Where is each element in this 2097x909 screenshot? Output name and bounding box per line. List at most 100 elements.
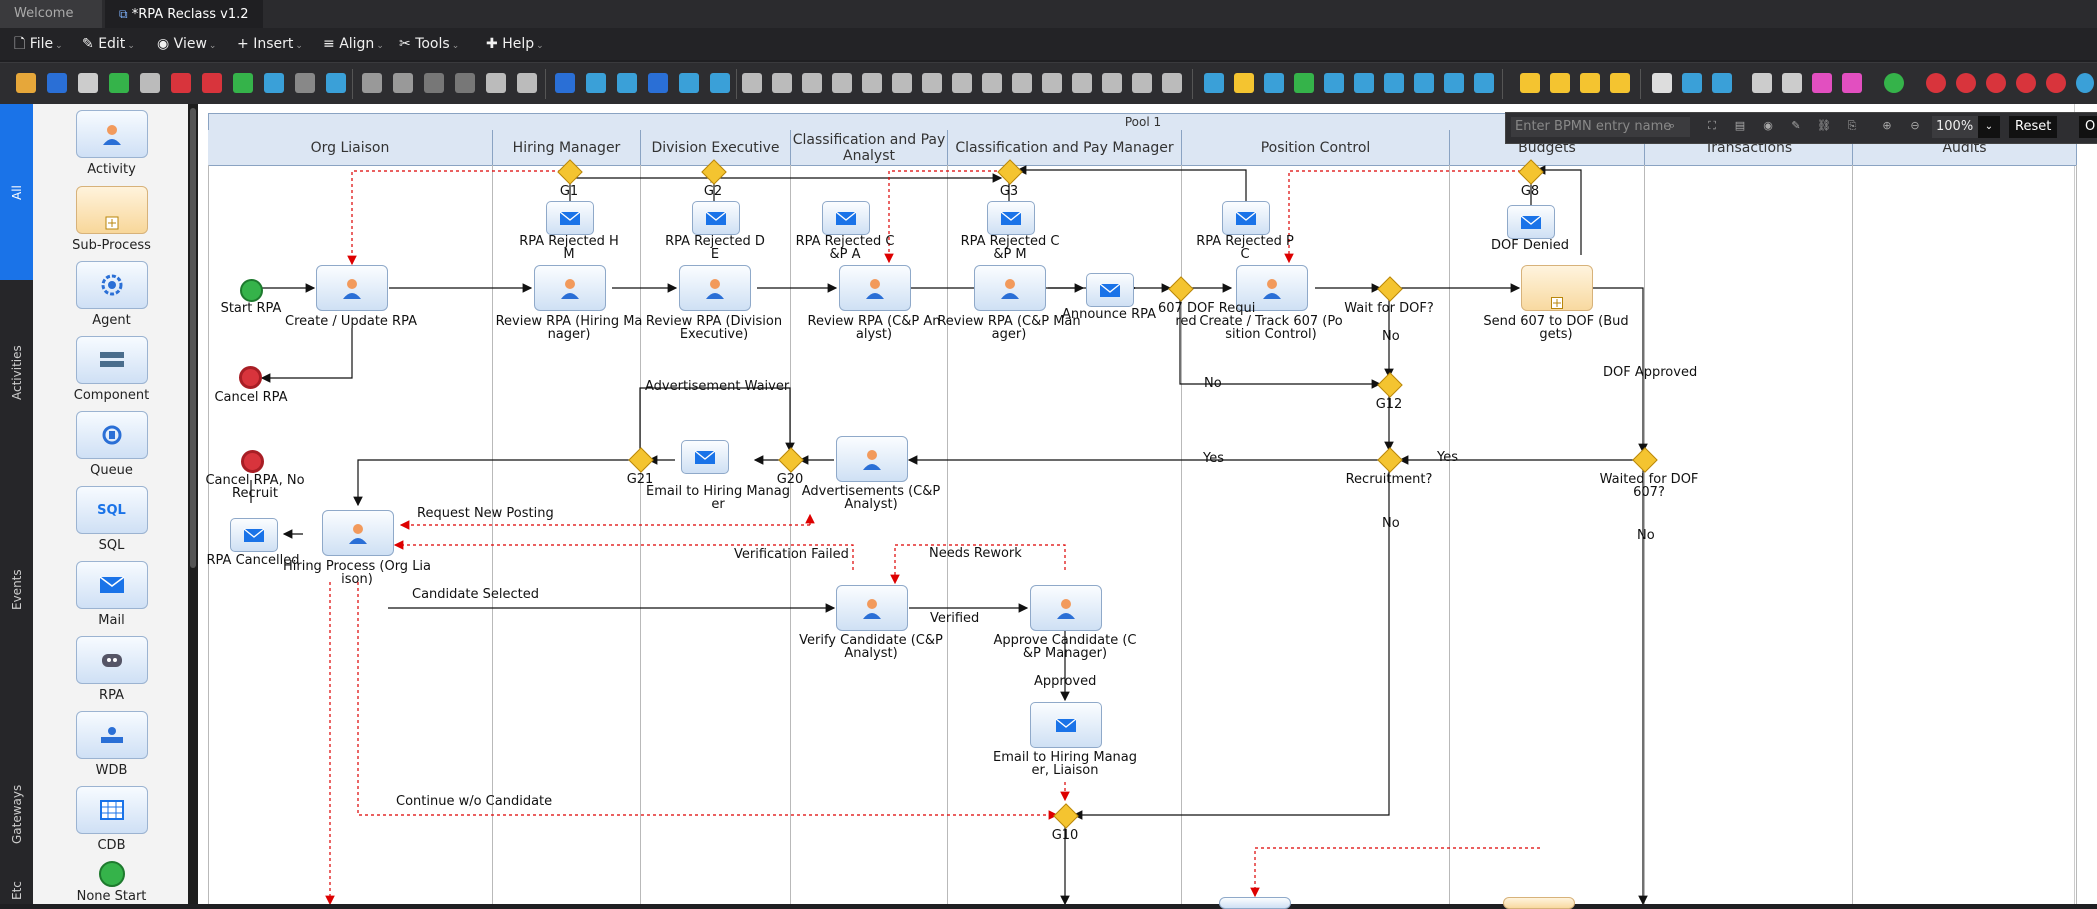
task-approve-candidate-label: Approve Candidate (C &P Manager) xyxy=(993,633,1137,661)
share-icon[interactable]: ⎘ xyxy=(1845,119,1859,133)
gateway-g20-label: G20 xyxy=(776,472,804,487)
eye-icon[interactable]: ◉ xyxy=(1761,119,1775,133)
user-task-icon xyxy=(1263,279,1281,299)
mail-rpa-rejected-cpa[interactable] xyxy=(822,201,870,235)
task-review-rpa-cp-analyst[interactable] xyxy=(839,265,911,311)
end-event-cancel-no-recruit[interactable] xyxy=(241,450,264,473)
chevron-down-icon[interactable]: ⌄ xyxy=(1978,116,2000,138)
mail-dof-denied-label: DOF Denied xyxy=(1491,238,1569,253)
task-approve-candidate[interactable] xyxy=(1030,585,1102,631)
end-event-cancel-rpa-label: Cancel RPA xyxy=(214,390,288,405)
flow-label-needs-rework: Needs Rework xyxy=(929,546,1022,561)
end-event-cancel-no-recruit-label: Cancel RPA, No Recruit xyxy=(205,473,305,501)
flow-label-yes: Yes xyxy=(1437,450,1458,465)
start-event-label: Start RPA xyxy=(220,301,282,316)
options-button[interactable]: O xyxy=(2079,116,2097,138)
flow-label-no: No xyxy=(1637,528,1655,543)
flow-label-no: No xyxy=(1204,376,1222,391)
task-review-rpa-hiring-manager[interactable] xyxy=(534,265,606,311)
mail-rpa-rejected-pc[interactable] xyxy=(1222,201,1270,235)
mail-email-to-hiring-manager[interactable] xyxy=(681,440,729,474)
task-advertisements-label: Advertisements (C&P Analyst) xyxy=(801,484,941,512)
mail-icon xyxy=(1055,717,1077,732)
mail-rpa-rejected-hm[interactable] xyxy=(546,201,594,235)
task-verify-candidate[interactable] xyxy=(836,585,908,631)
mail-icon xyxy=(705,210,727,225)
zoom-in-icon[interactable]: ⊕ xyxy=(1880,119,1894,133)
search-icon[interactable]: ⌕ xyxy=(1665,119,1679,133)
gateway-wait-for-dof-label: Wait for DOF? xyxy=(1344,301,1434,316)
task-partial-budgets[interactable] xyxy=(1503,897,1575,909)
mail-rpa-rejected-cpm-label: RPA Rejected C &P M xyxy=(960,234,1060,262)
user-task-icon xyxy=(706,279,724,299)
gateway-g12-label: G12 xyxy=(1375,397,1403,412)
user-task-icon xyxy=(349,524,367,544)
gateway-g1-label: G1 xyxy=(559,184,579,199)
mail-email-to-hiring-manager-liaison[interactable] xyxy=(1030,702,1102,748)
task-create-update-rpa[interactable] xyxy=(316,265,388,311)
gateway-recruitment-label: Recruitment? xyxy=(1345,472,1433,487)
task-review-rpa-cp-manager[interactable] xyxy=(974,265,1046,311)
subprocess-marker-icon xyxy=(1551,297,1563,309)
mail-rpa-rejected-hm-label: RPA Rejected H M xyxy=(519,234,619,262)
mail-rpa-rejected-pc-label: RPA Rejected P C xyxy=(1196,234,1294,262)
search-input[interactable]: Enter BPMN entry name xyxy=(1511,117,1690,137)
user-task-icon xyxy=(1057,599,1075,619)
mail-email-to-hiring-manager-liaison-label: Email to Hiring Manag er, Liaison xyxy=(993,750,1137,778)
task-create-track-607-label: Create / Track 607 (Po sition Control) xyxy=(1199,314,1343,342)
gateway-g21-label: G21 xyxy=(626,472,654,487)
gateway-g2-label: G2 xyxy=(703,184,723,199)
gateway-waited-for-dof-607-label: Waited for DOF 607? xyxy=(1599,472,1699,500)
flow-label-approved: Approved xyxy=(1034,674,1097,689)
flow-label-no: No xyxy=(1382,329,1400,344)
mail-rpa-rejected-de-label: RPA Rejected D E xyxy=(665,234,765,262)
flow-label-verification-failed: Verification Failed xyxy=(734,547,849,562)
link-icon[interactable]: ⛓ xyxy=(1817,119,1831,133)
mail-rpa-rejected-cpa-label: RPA Rejected C &P A xyxy=(795,234,895,262)
flow-label-advertisement-waiver: Advertisement Waiver xyxy=(645,379,790,394)
mail-icon xyxy=(1000,210,1022,225)
mail-icon xyxy=(694,449,716,464)
task-review-rpa-hiring-manager-label: Review RPA (Hiring Ma nager) xyxy=(495,314,643,342)
user-task-icon xyxy=(866,279,884,299)
task-partial-position-control[interactable] xyxy=(1219,897,1291,909)
task-hiring-process[interactable] xyxy=(322,510,394,556)
mail-icon xyxy=(243,527,265,542)
canvas-search-bar: Enter BPMN entry name ⌕ ⛶ ▤ ◉ ✎ ⛓ ⎘ ⊕ ⊖ … xyxy=(1505,112,2097,144)
mail-rpa-cancelled[interactable] xyxy=(230,518,278,552)
user-task-icon xyxy=(1001,279,1019,299)
gateway-607-dof-required-label: 607 DOF Requi red xyxy=(1158,301,1255,329)
task-advertisements[interactable] xyxy=(836,436,908,482)
end-event-cancel-rpa[interactable] xyxy=(239,366,262,389)
user-task-icon xyxy=(863,450,881,470)
document-icon[interactable]: ▤ xyxy=(1733,119,1747,133)
subprocess-send-607-to-dof[interactable] xyxy=(1521,265,1593,311)
mail-announce-rpa[interactable] xyxy=(1086,273,1134,307)
zoom-out-icon[interactable]: ⊖ xyxy=(1908,119,1922,133)
mail-dof-denied[interactable] xyxy=(1507,205,1555,239)
task-review-rpa-division-executive[interactable] xyxy=(679,265,751,311)
gateway-g10-label: G10 xyxy=(1051,828,1079,843)
subprocess-send-607-to-dof-label: Send 607 to DOF (Bud gets) xyxy=(1483,314,1629,342)
edit-icon[interactable]: ✎ xyxy=(1789,119,1803,133)
flow-label-verified: Verified xyxy=(930,611,980,626)
task-review-rpa-division-executive-label: Review RPA (Division Executive) xyxy=(645,314,783,342)
mail-rpa-rejected-de[interactable] xyxy=(692,201,740,235)
zoom-level-select[interactable]: 100% xyxy=(1932,116,1980,138)
flow-label-no: No xyxy=(1382,516,1400,531)
fullscreen-icon[interactable]: ⛶ xyxy=(1705,119,1719,133)
task-create-update-rpa-label: Create / Update RPA xyxy=(285,314,417,329)
flow-label-request-new-posting: Request New Posting xyxy=(417,506,554,521)
mail-email-to-hiring-manager-label: Email to Hiring Manag er xyxy=(646,484,790,512)
mail-rpa-rejected-cpm[interactable] xyxy=(987,201,1035,235)
flow-label-yes: Yes xyxy=(1203,451,1224,466)
flow-label-continue-without-candidate: Continue w/o Candidate xyxy=(396,794,553,809)
start-event-start-rpa[interactable] xyxy=(240,279,263,302)
reset-button[interactable]: Reset xyxy=(2009,116,2058,138)
mail-icon xyxy=(559,210,581,225)
user-task-icon xyxy=(863,599,881,619)
mail-icon xyxy=(1520,214,1542,229)
flow-label-dof-approved: DOF Approved xyxy=(1603,365,1698,380)
task-verify-candidate-label: Verify Candidate (C&P Analyst) xyxy=(799,633,943,661)
user-task-icon xyxy=(561,279,579,299)
